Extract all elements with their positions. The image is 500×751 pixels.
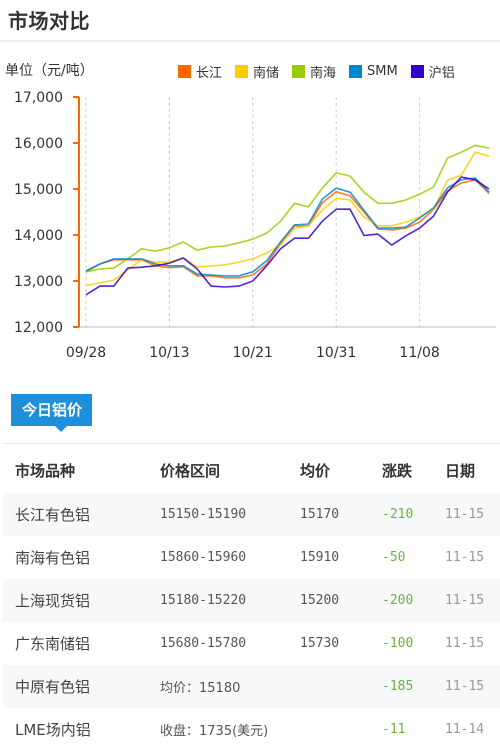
header-change: 涨跌	[382, 461, 413, 480]
legend-label: SMM	[367, 64, 398, 79]
legend-label: 长江	[196, 66, 223, 81]
change-cell: -50	[382, 550, 406, 565]
avg-price-cell: 15170	[300, 493, 382, 536]
legend-item[interactable]: SMM	[349, 62, 398, 81]
legend-swatch-icon	[178, 65, 191, 78]
tab-today-aluminum-price[interactable]: 今日铝价	[11, 394, 93, 432]
price-range-cell: 收盘：1735(美元)	[160, 724, 269, 739]
price-range-cell: 15180-15220	[160, 579, 300, 622]
y-tick-label: 12,000	[14, 320, 63, 336]
legend-item[interactable]: 长江	[178, 62, 222, 81]
x-tick-label: 10/13	[149, 345, 189, 361]
series-line-3	[85, 144, 490, 273]
y-tick-label: 14,000	[14, 228, 63, 244]
market-name-cell: 长江有色铝	[3, 493, 160, 536]
date-cell: 11-15	[445, 579, 500, 622]
legend-swatch-icon	[292, 65, 306, 78]
avg-price-cell	[300, 708, 382, 751]
price-range-cell: 15860-15960	[160, 550, 247, 565]
market-name-cell: 南海有色铝	[15, 549, 91, 567]
date-cell: 11-15	[445, 493, 500, 536]
y-tick-label: 15,000	[14, 182, 63, 198]
legend-swatch-icon	[410, 65, 424, 78]
legend-swatch-icon	[235, 65, 249, 78]
date-cell: 11-15	[445, 636, 485, 651]
table-header-row: 市场品种 价格区间 均价 涨跌 日期	[3, 447, 500, 493]
y-tick-label: 17,000	[14, 90, 63, 106]
market-name-cell: 上海现货铝	[3, 579, 160, 622]
x-tick-label: 10/31	[316, 345, 356, 361]
section-title: 市场对比	[8, 9, 90, 33]
series-line-1	[85, 179, 490, 279]
table-row[interactable]: 广东南储铝 15680-15780 15730 -100 11-15	[3, 622, 500, 665]
title-divider	[0, 40, 500, 42]
table-row[interactable]: LME场内铝 收盘：1735(美元) -11 11-14	[3, 708, 500, 751]
header-market: 市场品种	[15, 461, 76, 480]
change-cell: -100	[382, 636, 414, 651]
price-range-cell: 15680-15780	[160, 636, 247, 651]
series-line-4	[85, 177, 490, 277]
price-tab-bar: 今日铝价	[11, 394, 93, 432]
date-cell: 11-15	[445, 665, 500, 708]
table-row[interactable]: 南海有色铝 15860-15960 15910 -50 11-15	[3, 536, 500, 579]
date-cell: 11-14	[445, 722, 485, 737]
change-cell: -185	[382, 665, 445, 708]
price-line-chart: 09/28 10/13 10/21 10/31 11/08 12,000 13,000 14,…	[14, 90, 496, 361]
y-axis-unit-label: 单位（元/吨）	[5, 63, 94, 79]
header-avg: 均价	[300, 461, 331, 480]
header-range: 价格区间	[160, 461, 221, 480]
change-cell: -11	[382, 722, 406, 737]
change-cell: -210	[382, 493, 445, 536]
change-cell: -200	[382, 579, 445, 622]
y-tick-label: 13,000	[14, 274, 63, 290]
legend-item[interactable]: 南储	[235, 62, 279, 81]
legend-label: 南储	[253, 66, 280, 81]
legend-item[interactable]: 南海	[292, 62, 336, 81]
x-tick-label: 09/28	[66, 345, 106, 361]
price-table: 市场品种 价格区间 均价 涨跌 日期 长江有色铝 15150-15190 15170…	[3, 447, 500, 751]
legend-label: 沪铝	[428, 66, 455, 81]
x-tick-label: 11/08	[399, 345, 439, 361]
market-name-cell: 广东南储铝	[15, 635, 91, 653]
legend-label: 南海	[310, 66, 337, 81]
avg-price-cell	[300, 665, 382, 708]
series-line-2	[85, 151, 490, 287]
avg-price-cell: 15730	[300, 636, 340, 651]
table-row[interactable]: 长江有色铝 15150-15190 15170 -210 11-15	[3, 493, 500, 536]
legend-item[interactable]: 沪铝	[410, 62, 455, 81]
price-range-cell: 均价：15180	[160, 665, 300, 708]
x-tick-label: 10/21	[233, 345, 273, 361]
tab-divider	[3, 443, 500, 444]
table-row[interactable]: 上海现货铝 15180-15220 15200 -200 11-15	[3, 579, 500, 622]
date-cell: 11-15	[445, 550, 485, 565]
market-name-cell: LME场内铝	[15, 721, 91, 739]
chart-legend: 长江 南储 南海 SMM 沪铝	[178, 62, 468, 81]
avg-price-cell: 15200	[300, 579, 382, 622]
market-name-cell: 中原有色铝	[3, 665, 160, 708]
price-range-cell: 15150-15190	[160, 493, 300, 536]
table-row[interactable]: 中原有色铝 均价：15180 -185 11-15	[3, 665, 500, 708]
y-tick-label: 16,000	[14, 136, 63, 152]
avg-price-cell: 15910	[300, 550, 340, 565]
header-date: 日期	[445, 461, 476, 480]
legend-swatch-icon	[349, 65, 363, 78]
